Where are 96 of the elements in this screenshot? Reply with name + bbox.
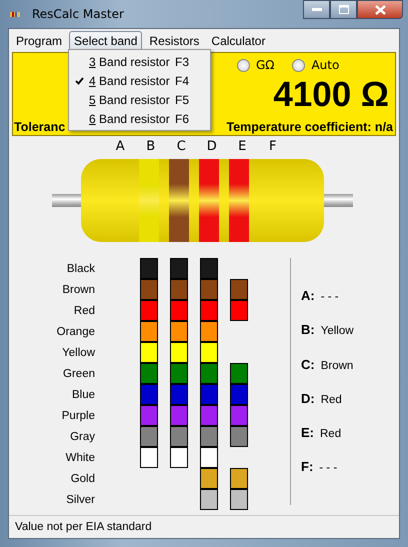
band-letter: A: — [301, 288, 315, 303]
color-swatch[interactable] — [200, 447, 218, 468]
color-swatch[interactable] — [230, 405, 248, 426]
band-letter: D: — [301, 390, 315, 406]
band-letter: D — [206, 139, 218, 154]
band-letter: E: — [301, 425, 314, 440]
color-swatch[interactable] — [140, 363, 158, 384]
menu-item[interactable]: Resistors — [144, 31, 204, 51]
color-label: Gray — [69, 430, 95, 442]
band-letter: A — [114, 139, 126, 154]
band-color-value: Brown — [320, 360, 354, 372]
menu-item[interactable]: Calculator — [206, 31, 270, 51]
color-swatch[interactable] — [200, 489, 218, 510]
minimize-button[interactable] — [303, 0, 330, 19]
color-swatch[interactable] — [230, 384, 248, 405]
color-swatch[interactable] — [140, 279, 158, 300]
color-swatch[interactable] — [170, 447, 188, 468]
color-label: Black — [66, 262, 95, 274]
menu-option[interactable]: 3 Band resistor F3 — [69, 52, 210, 71]
color-label: Green — [62, 368, 95, 380]
band-color-value: - - - — [320, 291, 339, 303]
color-swatch[interactable] — [170, 342, 188, 363]
minimize-icon — [312, 8, 322, 12]
color-swatch[interactable] — [200, 468, 218, 489]
color-swatch[interactable] — [230, 279, 248, 300]
window-title: ResCalc Master — [32, 7, 124, 21]
color-swatch[interactable] — [140, 384, 158, 405]
color-swatch[interactable] — [170, 384, 188, 405]
close-icon — [374, 4, 386, 14]
color-swatch[interactable] — [170, 258, 188, 279]
band-letter: C — [176, 139, 187, 154]
color-swatch[interactable] — [140, 405, 158, 426]
color-swatch[interactable] — [140, 300, 158, 321]
temperature-coefficient: Temperature coefficient: n/a — [226, 120, 393, 134]
color-swatch[interactable] — [140, 426, 158, 447]
resistor-icon — [10, 12, 20, 16]
color-swatch[interactable] — [140, 258, 158, 279]
color-label: Yellow — [61, 346, 95, 358]
color-swatch[interactable] — [200, 363, 218, 384]
color-swatch[interactable] — [170, 321, 188, 342]
menu-option[interactable]: 6 Band resistor F6 — [69, 109, 210, 128]
color-swatch[interactable] — [140, 447, 158, 468]
color-swatch[interactable] — [200, 279, 218, 300]
color-label: Gold — [70, 472, 95, 484]
color-swatch[interactable] — [230, 363, 248, 384]
radio-label: GΩ — [256, 58, 274, 72]
color-swatch[interactable] — [170, 426, 188, 447]
color-label: Red — [72, 304, 95, 316]
lead-wire — [324, 194, 353, 207]
resistance-value: 4100 Ω — [273, 75, 389, 115]
color-swatch[interactable] — [170, 363, 188, 384]
color-swatch[interactable] — [200, 258, 218, 279]
color-label: Blue — [70, 388, 95, 400]
color-swatch[interactable] — [200, 342, 218, 363]
band-letter: B: — [301, 322, 315, 338]
band-color-value: Yellow — [320, 325, 354, 338]
band-color-value: Red — [320, 428, 342, 440]
band-color-value: - - - — [319, 462, 338, 474]
color-swatch[interactable] — [230, 489, 248, 510]
radio-label: Auto — [311, 58, 340, 72]
color-label: Purple — [60, 410, 95, 422]
menu-item[interactable]: Program — [11, 31, 68, 51]
tolerance-label: Toleranc — [14, 120, 66, 134]
status-bar: Value not per EIA standard — [9, 515, 399, 538]
color-swatch[interactable] — [140, 342, 158, 363]
color-swatch[interactable] — [170, 279, 188, 300]
lead-wire — [52, 194, 81, 207]
band-letter: E — [237, 139, 248, 154]
color-label: White — [64, 452, 95, 464]
maximize-button[interactable] — [330, 0, 357, 19]
band-letter: C: — [301, 356, 315, 372]
color-swatch[interactable] — [200, 405, 218, 426]
band-letter: B — [145, 139, 156, 154]
color-swatch[interactable] — [200, 321, 218, 342]
color-label: Orange — [56, 326, 95, 338]
color-label: Brown — [61, 284, 95, 296]
radio-button[interactable] — [237, 58, 250, 72]
color-swatch[interactable] — [230, 426, 248, 447]
band-letter: F — [268, 139, 278, 154]
color-swatch[interactable] — [200, 300, 218, 321]
color-swatch[interactable] — [170, 300, 188, 321]
radio-button[interactable] — [292, 58, 306, 72]
menu-option[interactable]: 5 Band resistor F5 — [69, 90, 210, 109]
color-label: Silver — [65, 494, 95, 506]
close-button[interactable] — [357, 0, 403, 19]
color-swatch[interactable] — [140, 321, 158, 342]
color-swatch[interactable] — [230, 300, 248, 321]
color-swatch[interactable] — [200, 426, 218, 447]
color-swatch[interactable] — [200, 384, 218, 405]
menu-option[interactable]: 4 Band resistor F4 — [69, 71, 210, 90]
color-swatch[interactable] — [170, 405, 188, 426]
maximize-icon — [338, 5, 348, 14]
color-swatch[interactable] — [230, 468, 248, 489]
band-color-value: Red — [320, 394, 342, 406]
band-letter: F: — [301, 459, 314, 474]
menu-item[interactable]: Select band — [69, 31, 142, 51]
